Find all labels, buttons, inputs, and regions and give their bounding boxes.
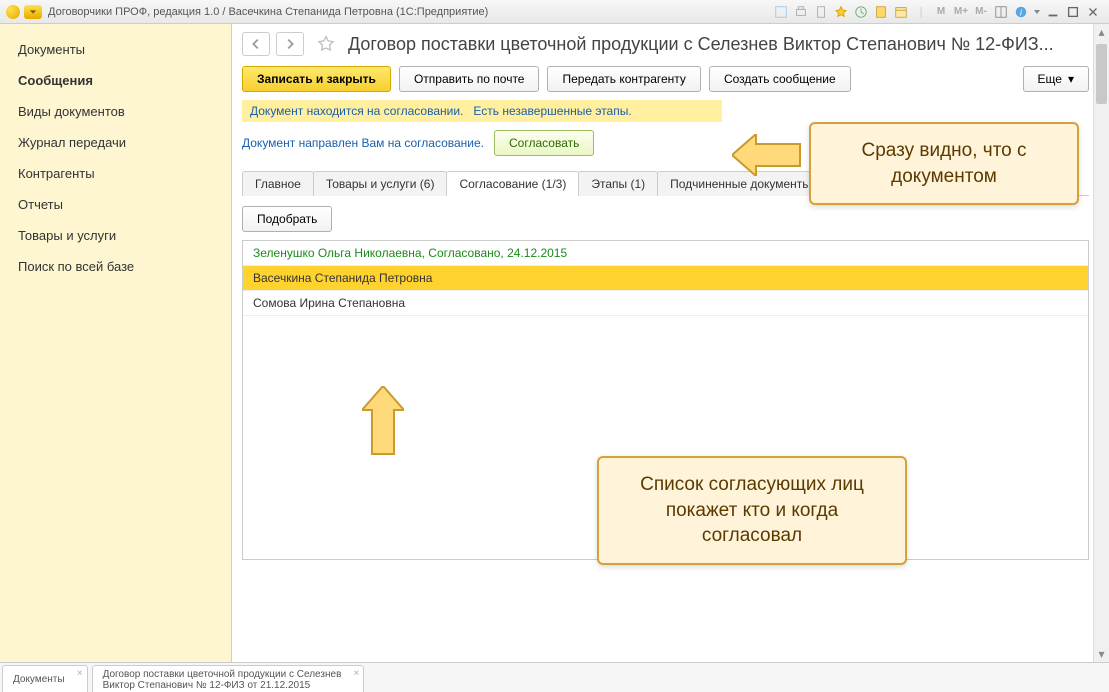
sep: |	[913, 4, 929, 20]
maximize-icon[interactable]	[1065, 4, 1081, 20]
vertical-scrollbar[interactable]: ▴ ▾	[1093, 24, 1109, 662]
calendar-icon[interactable]	[893, 4, 909, 20]
forward-button[interactable]	[276, 32, 304, 56]
callout-1: Сразу видно, что с документом	[809, 122, 1079, 205]
titlebar: Договорчики ПРОФ, редакция 1.0 / Васечки…	[0, 0, 1109, 24]
task-tab-line1: Договор поставки цветочной продукции с С…	[103, 669, 342, 681]
approve-button[interactable]: Согласовать	[494, 130, 594, 156]
info-dropdown-icon[interactable]	[1033, 4, 1041, 20]
sidebar-item-5[interactable]: Отчеты	[0, 189, 231, 220]
window-title: Договорчики ПРОФ, редакция 1.0 / Васечки…	[48, 6, 488, 18]
task-tab-line1: Документы	[13, 674, 65, 686]
more-label: Еще	[1038, 72, 1062, 86]
favorite-icon[interactable]	[833, 4, 849, 20]
pick-button[interactable]: Подобрать	[242, 206, 332, 232]
sidebar: ДокументыСообщенияВиды документовЖурнал …	[0, 24, 232, 662]
nav-dropdown[interactable]	[24, 5, 42, 19]
send-counterparty-button[interactable]: Передать контрагенту	[547, 66, 700, 92]
calc-icon[interactable]	[873, 4, 889, 20]
status-banner: Документ находится на согласовании. Есть…	[242, 100, 722, 122]
status-link-2[interactable]: Есть незавершенные этапы.	[473, 104, 631, 118]
app-icon	[6, 5, 20, 19]
scroll-up-icon[interactable]: ▴	[1094, 24, 1109, 40]
document-title: Договор поставки цветочной продукции с С…	[348, 34, 1089, 55]
sidebar-item-6[interactable]: Товары и услуги	[0, 220, 231, 251]
main-panel: Договор поставки цветочной продукции с С…	[232, 24, 1109, 662]
tab-1[interactable]: Товары и услуги (6)	[313, 171, 448, 196]
approval-message: Документ направлен Вам на согласование.	[242, 136, 484, 150]
list-row-2[interactable]: Сомова Ирина Степановна	[243, 291, 1088, 316]
status-link-1[interactable]: Документ находится на согласовании.	[250, 104, 463, 118]
command-bar: Записать и закрыть Отправить по почте Пе…	[232, 62, 1109, 100]
task-tab-close-icon[interactable]: ×	[77, 668, 83, 680]
arrow-1-icon	[732, 134, 802, 176]
m-button[interactable]: M	[933, 4, 949, 20]
task-tab-0[interactable]: Документы ×	[2, 665, 88, 692]
save-close-button[interactable]: Записать и закрыть	[242, 66, 391, 92]
doc-icon[interactable]	[813, 4, 829, 20]
panels-icon[interactable]	[993, 4, 1009, 20]
toolbar-icon-1[interactable]	[773, 4, 789, 20]
taskbar: Документы × Договор поставки цветочной про…	[0, 662, 1109, 692]
tab-2[interactable]: Согласование (1/3)	[446, 171, 579, 196]
more-button[interactable]: Еще ▾	[1023, 66, 1089, 92]
sidebar-item-0[interactable]: Документы	[0, 34, 231, 65]
list-row-1[interactable]: Васечкина Степанида Петровна	[243, 266, 1088, 291]
task-tab-line2: Виктор Степанович № 12-ФИЗ от 21.12.2015	[103, 680, 342, 692]
favorite-star-icon[interactable]	[314, 32, 338, 56]
m-plus-button[interactable]: M+	[953, 4, 969, 20]
sidebar-item-4[interactable]: Контрагенты	[0, 158, 231, 189]
sidebar-item-2[interactable]: Виды документов	[0, 96, 231, 127]
back-button[interactable]	[242, 32, 270, 56]
callout-2: Список согласующих лиц покажет кто и ког…	[597, 456, 907, 565]
send-mail-button[interactable]: Отправить по почте	[399, 66, 540, 92]
minimize-icon[interactable]	[1045, 4, 1061, 20]
tab-0[interactable]: Главное	[242, 171, 314, 196]
info-icon[interactable]: i	[1013, 4, 1029, 20]
sidebar-item-1[interactable]: Сообщения	[0, 65, 231, 96]
print-icon[interactable]	[793, 4, 809, 20]
m-minus-button[interactable]: M-	[973, 4, 989, 20]
scroll-thumb[interactable]	[1096, 44, 1107, 104]
sidebar-item-7[interactable]: Поиск по всей базе	[0, 251, 231, 282]
tab-3[interactable]: Этапы (1)	[578, 171, 658, 196]
list-row-0[interactable]: Зеленушко Ольга Николаевна, Согласовано,…	[243, 241, 1088, 266]
scroll-down-icon[interactable]: ▾	[1094, 646, 1109, 662]
task-tab-close-icon[interactable]: ×	[354, 668, 360, 680]
sidebar-item-3[interactable]: Журнал передачи	[0, 127, 231, 158]
task-tab-1[interactable]: Договор поставки цветочной продукции с С…	[92, 665, 365, 692]
caret-down-icon: ▾	[1068, 72, 1074, 86]
close-icon[interactable]	[1085, 4, 1101, 20]
doc-header: Договор поставки цветочной продукции с С…	[232, 24, 1109, 62]
arrow-2-icon	[362, 386, 404, 456]
history-icon[interactable]	[853, 4, 869, 20]
create-message-button[interactable]: Создать сообщение	[709, 66, 851, 92]
